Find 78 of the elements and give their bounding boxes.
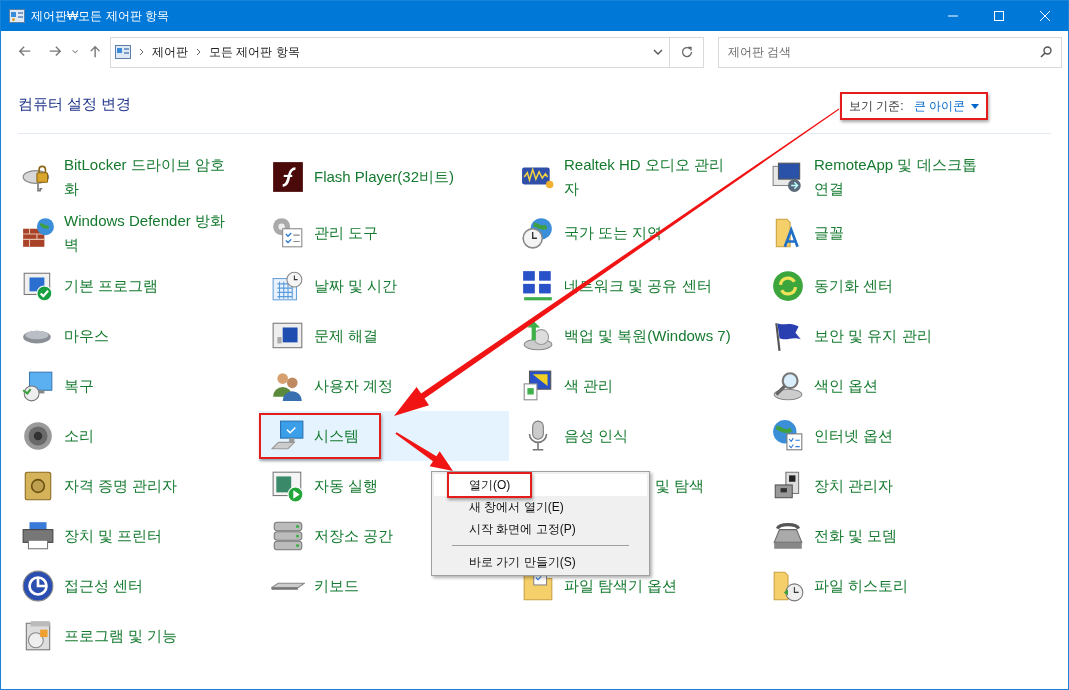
control-panel-item[interactable]: 자동 실행: [314, 474, 379, 498]
control-panel-item[interactable]: 파일 탐색기 옵션: [564, 574, 678, 598]
breadcrumb[interactable]: 모든 제어판 항목: [209, 43, 300, 61]
search-icon: [1040, 45, 1052, 58]
refresh-button[interactable]: [670, 36, 704, 68]
control-panel-item[interactable]: 기본 프로그램: [64, 274, 159, 298]
breadcrumb[interactable]: 제어판: [152, 43, 188, 61]
control-panel-item[interactable]: 보안 및 유지 관리: [814, 324, 932, 348]
control-panel-item[interactable]: Flash Player(32비트): [314, 165, 455, 189]
control-panel-item[interactable]: BitLocker 드라이브 암호화: [64, 153, 237, 201]
gear-checklist-icon: [271, 216, 305, 250]
control-panel-item[interactable]: 접근성 센터: [64, 574, 144, 598]
stacked-drives-icon: [271, 519, 305, 553]
keyboard-icon: [271, 581, 305, 591]
control-panel-item[interactable]: 장치 관리자: [814, 474, 894, 498]
brick-wall-globe-icon: [21, 216, 55, 250]
control-panel-item[interactable]: 날짜 및 시간: [314, 274, 398, 298]
left-arrow-icon: [18, 45, 32, 59]
control-panel-item[interactable]: 관리 도구: [314, 221, 379, 245]
control-panel-item[interactable]: 백업 및 복원(Windows 7): [564, 324, 731, 348]
control-panel-item[interactable]: RemoteApp 및 데스크톱 연결: [814, 153, 987, 201]
control-panel-item[interactable]: 자격 증명 관리자: [64, 474, 178, 498]
page-heading: 컴퓨터 설정 변경: [18, 94, 132, 114]
monitor-clock-icon: [21, 369, 55, 403]
control-panel-item[interactable]: 사용자 계정: [314, 374, 394, 398]
control-panel-item[interactable]: 색 관리: [564, 374, 614, 398]
disc-drive-arrow-icon: [521, 319, 555, 353]
control-panel-item[interactable]: 음성 인식: [564, 424, 629, 448]
control-panel-item[interactable]: 장치 및 프린터: [64, 524, 163, 548]
refresh-icon: [680, 46, 693, 58]
control-panel-icon: [9, 9, 25, 23]
globe-list-icon: [771, 419, 805, 453]
control-panel-icon: [115, 45, 131, 59]
caret-down-icon: [971, 103, 979, 109]
menu-item[interactable]: 새 창에서 열기(E): [434, 496, 647, 518]
control-panel-item[interactable]: 소리: [64, 424, 94, 448]
control-panel-item[interactable]: 마우스: [64, 324, 109, 348]
chevron-down-icon: [653, 49, 663, 55]
speaker-icon: [21, 419, 55, 453]
control-panel-item[interactable]: 국가 또는 지역: [564, 221, 663, 245]
control-panel-item[interactable]: Windows Defender 방화벽: [64, 209, 237, 257]
up-arrow-icon: [89, 45, 103, 59]
control-panel-item[interactable]: 동기화 센터: [814, 274, 894, 298]
control-panel-item[interactable]: 및 탐색: [655, 474, 705, 498]
control-panel-item[interactable]: 글꼴: [814, 221, 844, 245]
control-panel-item[interactable]: 시스템: [314, 424, 359, 448]
control-panel-item[interactable]: 복구: [64, 374, 94, 398]
magnifier-drive-icon: [771, 369, 805, 403]
flash-icon: [271, 160, 305, 194]
address-bar[interactable]: 제어판 모든 제어판 항목: [110, 36, 670, 68]
chevron-right-icon: [196, 48, 201, 56]
window-play-icon: [271, 469, 305, 503]
calendar-clock-icon: [271, 269, 305, 303]
folder-clock-icon: [771, 569, 805, 603]
sync-arrows-icon: [771, 269, 805, 303]
control-panel-item[interactable]: 색인 옵션: [814, 374, 879, 398]
annotation-arrow: [395, 432, 453, 471]
control-panel-item[interactable]: 프로그램 및 기능: [64, 624, 178, 648]
menu-item[interactable]: 시작 화면에 고정(P): [434, 518, 647, 540]
control-panel-item[interactable]: 인터넷 옵션: [814, 424, 894, 448]
control-panel-item[interactable]: 저장소 공간: [314, 524, 394, 548]
control-panel-item[interactable]: 문제 해결: [314, 324, 379, 348]
right-arrow-icon: [48, 45, 62, 59]
close-icon: [1040, 11, 1050, 21]
window-title: 제어판₩모든 제어판 항목: [31, 8, 169, 25]
control-panel-item[interactable]: 전화 및 모뎀: [814, 524, 898, 548]
control-panel-item[interactable]: Realtek HD 오디오 관리자: [564, 153, 737, 201]
control-panel-item[interactable]: 키보드: [314, 574, 359, 598]
view-by-label: 보기 기준:: [849, 98, 904, 115]
network-monitors-icon: [521, 269, 555, 303]
menu-item[interactable]: 바로 가기 만들기(S): [434, 551, 647, 573]
chevron-right-icon: [139, 48, 144, 56]
search-field[interactable]: 제어판 검색: [718, 36, 1062, 68]
menu-item[interactable]: 열기(O): [434, 474, 647, 496]
view-mode-dropdown[interactable]: 큰 아이콘: [913, 97, 979, 115]
control-panel-item[interactable]: 파일 히스토리: [814, 574, 909, 598]
maximize-icon: [994, 11, 1004, 21]
globe-clock-icon: [521, 216, 555, 250]
